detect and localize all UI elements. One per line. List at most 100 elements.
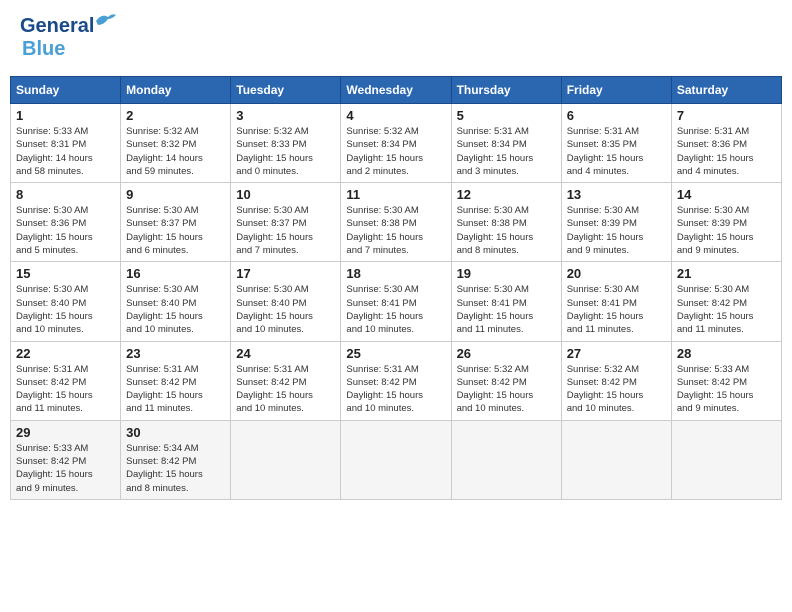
calendar-body: 1 Sunrise: 5:33 AM Sunset: 8:31 PM Daylig…	[11, 104, 782, 500]
day-number: 11	[346, 187, 445, 202]
weekday-header-wednesday: Wednesday	[341, 77, 451, 104]
calendar-cell: 17 Sunrise: 5:30 AM Sunset: 8:40 PM Dayli…	[231, 262, 341, 341]
day-info: Sunrise: 5:30 AM Sunset: 8:39 PM Dayligh…	[677, 204, 776, 257]
day-info: Sunrise: 5:30 AM Sunset: 8:38 PM Dayligh…	[346, 204, 445, 257]
day-info: Sunrise: 5:33 AM Sunset: 8:42 PM Dayligh…	[16, 442, 115, 495]
calendar-cell: 8 Sunrise: 5:30 AM Sunset: 8:36 PM Daylig…	[11, 183, 121, 262]
day-number: 5	[457, 108, 556, 123]
calendar-cell: 11 Sunrise: 5:30 AM Sunset: 8:38 PM Dayli…	[341, 183, 451, 262]
weekday-header-monday: Monday	[121, 77, 231, 104]
calendar-cell: 7 Sunrise: 5:31 AM Sunset: 8:36 PM Daylig…	[671, 104, 781, 183]
calendar-cell	[451, 420, 561, 499]
weekday-header-row: SundayMondayTuesdayWednesdayThursdayFrid…	[11, 77, 782, 104]
calendar-cell: 23 Sunrise: 5:31 AM Sunset: 8:42 PM Dayli…	[121, 341, 231, 420]
day-info: Sunrise: 5:30 AM Sunset: 8:41 PM Dayligh…	[346, 283, 445, 336]
day-number: 12	[457, 187, 556, 202]
day-number: 25	[346, 346, 445, 361]
weekday-header-tuesday: Tuesday	[231, 77, 341, 104]
day-info: Sunrise: 5:30 AM Sunset: 8:36 PM Dayligh…	[16, 204, 115, 257]
day-info: Sunrise: 5:31 AM Sunset: 8:42 PM Dayligh…	[16, 363, 115, 416]
day-info: Sunrise: 5:31 AM Sunset: 8:36 PM Dayligh…	[677, 125, 776, 178]
logo-general: General	[20, 15, 94, 37]
weekday-header-thursday: Thursday	[451, 77, 561, 104]
week-row-2: 8 Sunrise: 5:30 AM Sunset: 8:36 PM Daylig…	[11, 183, 782, 262]
calendar-cell: 12 Sunrise: 5:30 AM Sunset: 8:38 PM Dayli…	[451, 183, 561, 262]
day-number: 1	[16, 108, 115, 123]
day-number: 19	[457, 266, 556, 281]
calendar-cell: 29 Sunrise: 5:33 AM Sunset: 8:42 PM Dayli…	[11, 420, 121, 499]
day-info: Sunrise: 5:30 AM Sunset: 8:41 PM Dayligh…	[567, 283, 666, 336]
calendar-cell: 5 Sunrise: 5:31 AM Sunset: 8:34 PM Daylig…	[451, 104, 561, 183]
day-number: 9	[126, 187, 225, 202]
day-info: Sunrise: 5:30 AM Sunset: 8:41 PM Dayligh…	[457, 283, 556, 336]
day-number: 13	[567, 187, 666, 202]
week-row-4: 22Sunrise: 5:31 AM Sunset: 8:42 PM Dayli…	[11, 341, 782, 420]
logo: General Blue	[20, 15, 94, 61]
day-info: Sunrise: 5:30 AM Sunset: 8:39 PM Dayligh…	[567, 204, 666, 257]
logo-bird-icon	[94, 11, 116, 29]
calendar-cell: 19 Sunrise: 5:30 AM Sunset: 8:41 PM Dayli…	[451, 262, 561, 341]
day-number: 23	[126, 346, 225, 361]
day-info: Sunrise: 5:31 AM Sunset: 8:42 PM Dayligh…	[126, 363, 225, 416]
day-info: Sunrise: 5:34 AM Sunset: 8:42 PM Dayligh…	[126, 442, 225, 495]
day-info: Sunrise: 5:32 AM Sunset: 8:42 PM Dayligh…	[457, 363, 556, 416]
calendar-cell: 3Sunrise: 5:32 AM Sunset: 8:33 PM Daylig…	[231, 104, 341, 183]
calendar-cell: 6 Sunrise: 5:31 AM Sunset: 8:35 PM Daylig…	[561, 104, 671, 183]
calendar-cell: 24 Sunrise: 5:31 AM Sunset: 8:42 PM Dayli…	[231, 341, 341, 420]
calendar-cell: 10 Sunrise: 5:30 AM Sunset: 8:37 PM Dayli…	[231, 183, 341, 262]
day-info: Sunrise: 5:31 AM Sunset: 8:42 PM Dayligh…	[346, 363, 445, 416]
weekday-header-saturday: Saturday	[671, 77, 781, 104]
day-info: Sunrise: 5:30 AM Sunset: 8:37 PM Dayligh…	[236, 204, 335, 257]
day-number: 4	[346, 108, 445, 123]
day-number: 16	[126, 266, 225, 281]
day-info: Sunrise: 5:30 AM Sunset: 8:38 PM Dayligh…	[457, 204, 556, 257]
calendar-cell: 26 Sunrise: 5:32 AM Sunset: 8:42 PM Dayli…	[451, 341, 561, 420]
calendar-cell	[671, 420, 781, 499]
day-number: 8	[16, 187, 115, 202]
calendar-cell: 25 Sunrise: 5:31 AM Sunset: 8:42 PM Dayli…	[341, 341, 451, 420]
week-row-3: 15 Sunrise: 5:30 AM Sunset: 8:40 PM Dayli…	[11, 262, 782, 341]
calendar-cell: 2 Sunrise: 5:32 AM Sunset: 8:32 PM Daylig…	[121, 104, 231, 183]
day-number: 7	[677, 108, 776, 123]
calendar-table: SundayMondayTuesdayWednesdayThursdayFrid…	[10, 76, 782, 500]
day-number: 30	[126, 425, 225, 440]
day-number: 17	[236, 266, 335, 281]
weekday-header-friday: Friday	[561, 77, 671, 104]
day-info: Sunrise: 5:33 AM Sunset: 8:42 PM Dayligh…	[677, 363, 776, 416]
day-number: 29	[16, 425, 115, 440]
week-row-1: 1 Sunrise: 5:33 AM Sunset: 8:31 PM Daylig…	[11, 104, 782, 183]
calendar-cell: 13 Sunrise: 5:30 AM Sunset: 8:39 PM Dayli…	[561, 183, 671, 262]
day-info: Sunrise: 5:30 AM Sunset: 8:40 PM Dayligh…	[126, 283, 225, 336]
calendar-cell: 27Sunrise: 5:32 AM Sunset: 8:42 PM Dayli…	[561, 341, 671, 420]
day-number: 15	[16, 266, 115, 281]
day-number: 2	[126, 108, 225, 123]
day-number: 3	[236, 108, 335, 123]
day-info: Sunrise: 5:30 AM Sunset: 8:42 PM Dayligh…	[677, 283, 776, 336]
calendar-cell: 30 Sunrise: 5:34 AM Sunset: 8:42 PM Dayli…	[121, 420, 231, 499]
calendar-cell: 22Sunrise: 5:31 AM Sunset: 8:42 PM Dayli…	[11, 341, 121, 420]
week-row-5: 29 Sunrise: 5:33 AM Sunset: 8:42 PM Dayli…	[11, 420, 782, 499]
day-info: Sunrise: 5:30 AM Sunset: 8:40 PM Dayligh…	[236, 283, 335, 336]
day-info: Sunrise: 5:33 AM Sunset: 8:31 PM Dayligh…	[16, 125, 115, 178]
day-info: Sunrise: 5:32 AM Sunset: 8:32 PM Dayligh…	[126, 125, 225, 178]
day-number: 26	[457, 346, 556, 361]
day-number: 6	[567, 108, 666, 123]
day-number: 24	[236, 346, 335, 361]
calendar-cell: 4 Sunrise: 5:32 AM Sunset: 8:34 PM Daylig…	[341, 104, 451, 183]
calendar-cell	[561, 420, 671, 499]
calendar-cell	[231, 420, 341, 499]
day-number: 10	[236, 187, 335, 202]
day-info: Sunrise: 5:32 AM Sunset: 8:34 PM Dayligh…	[346, 125, 445, 178]
day-info: Sunrise: 5:31 AM Sunset: 8:35 PM Dayligh…	[567, 125, 666, 178]
day-info: Sunrise: 5:31 AM Sunset: 8:42 PM Dayligh…	[236, 363, 335, 416]
calendar-cell: 14Sunrise: 5:30 AM Sunset: 8:39 PM Dayli…	[671, 183, 781, 262]
day-number: 27	[567, 346, 666, 361]
day-info: Sunrise: 5:30 AM Sunset: 8:40 PM Dayligh…	[16, 283, 115, 336]
calendar-cell	[341, 420, 451, 499]
calendar-cell: 28 Sunrise: 5:33 AM Sunset: 8:42 PM Dayli…	[671, 341, 781, 420]
calendar-cell: 16 Sunrise: 5:30 AM Sunset: 8:40 PM Dayli…	[121, 262, 231, 341]
day-number: 28	[677, 346, 776, 361]
day-number: 20	[567, 266, 666, 281]
calendar-cell: 15 Sunrise: 5:30 AM Sunset: 8:40 PM Dayli…	[11, 262, 121, 341]
day-info: Sunrise: 5:31 AM Sunset: 8:34 PM Dayligh…	[457, 125, 556, 178]
